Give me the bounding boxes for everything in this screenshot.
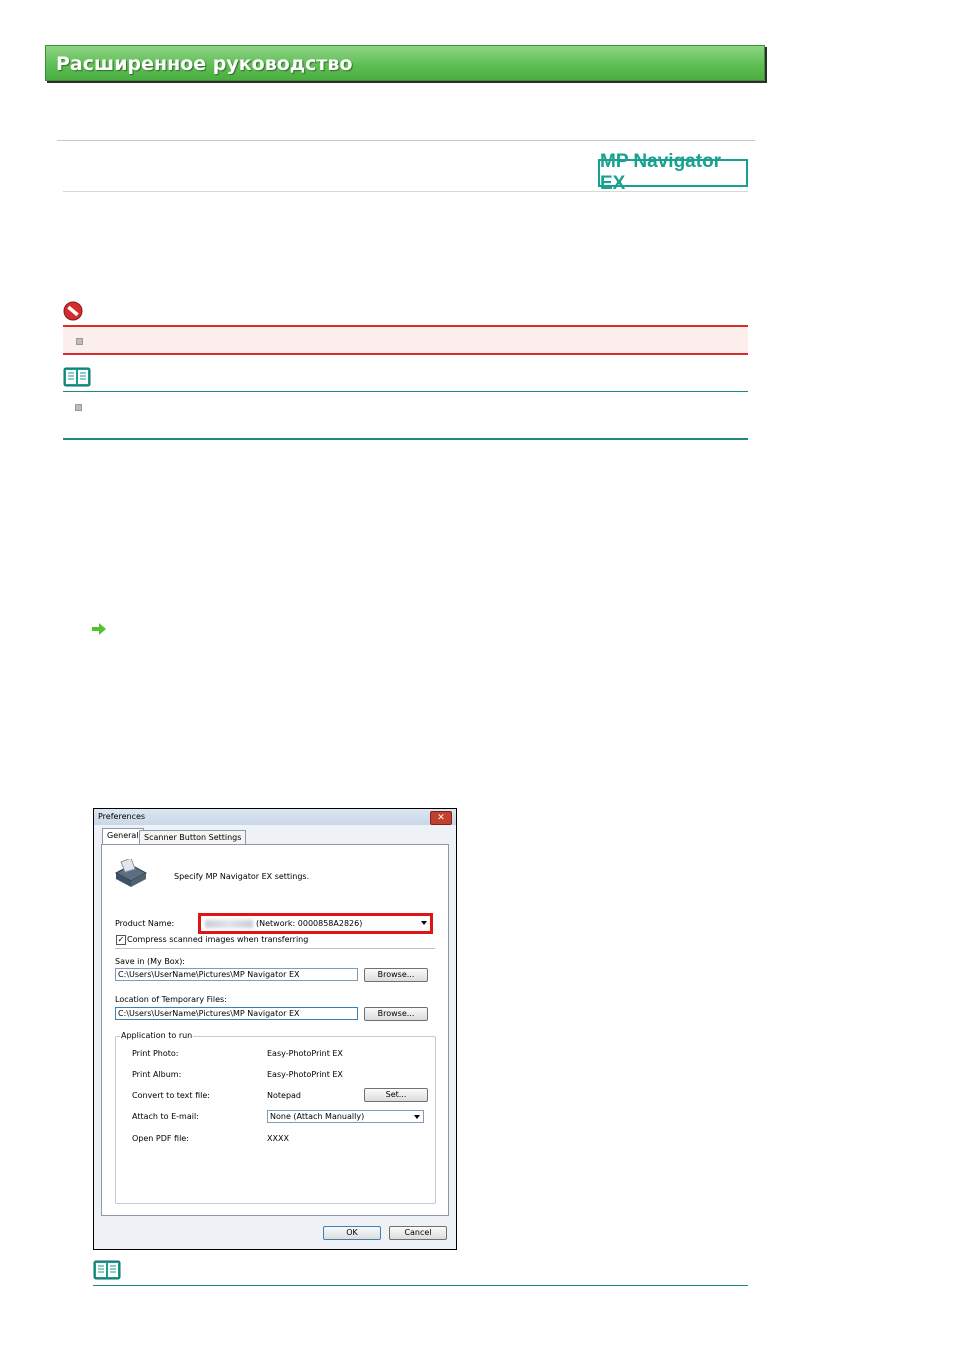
product-badge-label: MP Navigator EX (600, 151, 722, 194)
product-name-highlight: (Network: 0000858A2826) (198, 913, 433, 934)
header-banner: Расширенное руководство (45, 45, 765, 81)
set-button[interactable]: Set... (364, 1088, 428, 1102)
close-button[interactable]: ✕ (430, 811, 452, 825)
attach-email-label: Attach to E-mail: (132, 1112, 199, 1121)
divider-badge (63, 191, 748, 192)
application-group-label: Application to run (120, 1031, 194, 1040)
open-pdf-value: XXXX (267, 1134, 289, 1143)
note-top-line (93, 1285, 748, 1286)
link-arrow-icon[interactable] (92, 622, 106, 635)
attach-email-value: None (Attach Manually) (270, 1112, 365, 1121)
print-photo-label: Print Photo: (132, 1049, 179, 1058)
dialog-title: Preferences (98, 812, 146, 821)
print-photo-value: Easy-PhotoPrint EX (267, 1049, 343, 1058)
convert-text-value: Notepad (267, 1091, 301, 1100)
browse-button-save[interactable]: Browse... (364, 968, 428, 982)
note-icon (93, 1260, 121, 1280)
print-album-value: Easy-PhotoPrint EX (267, 1070, 343, 1079)
attach-email-select[interactable]: None (Attach Manually) (267, 1110, 424, 1123)
temp-files-field[interactable]: C:\Users\UserName\Pictures\MP Navigator … (115, 1007, 358, 1020)
note-top-line (63, 391, 748, 392)
dialog-titlebar: Preferences ✕ (94, 809, 456, 825)
dialog-description: Specify MP Navigator EX settings. (174, 872, 310, 881)
divider-top (57, 140, 755, 141)
note-bottom-line (63, 438, 748, 440)
cancel-button[interactable]: Cancel (389, 1226, 447, 1240)
important-box (63, 325, 748, 355)
temp-files-label: Location of Temporary Files: (115, 995, 227, 1004)
bullet-icon (76, 338, 83, 345)
bullet-icon (75, 404, 82, 411)
save-in-label: Save in (My Box): (115, 957, 186, 966)
chevron-down-icon (414, 1115, 420, 1119)
open-pdf-label: Open PDF file: (132, 1134, 189, 1143)
blurred-model-name (205, 920, 253, 928)
tab-scanner-button-settings[interactable]: Scanner Button Settings (139, 830, 247, 844)
important-icon (63, 301, 83, 321)
ok-button[interactable]: OK (323, 1226, 381, 1240)
compress-checkbox[interactable]: ✓ (116, 935, 126, 945)
product-badge: MP Navigator EX (598, 151, 748, 194)
chevron-down-icon (421, 921, 427, 925)
print-album-label: Print Album: (132, 1070, 182, 1079)
scanner-icon (113, 857, 149, 889)
browse-button-temp[interactable]: Browse... (364, 1007, 428, 1021)
page-title: Расширенное руководство (56, 53, 353, 75)
convert-text-label: Convert to text file: (132, 1091, 210, 1100)
save-in-field[interactable]: C:\Users\UserName\Pictures\MP Navigator … (115, 968, 358, 981)
general-panel: Specify MP Navigator EX settings. Produc… (101, 844, 449, 1216)
tab-general[interactable]: General (102, 828, 144, 845)
note-icon (63, 367, 91, 387)
compress-label: Compress scanned images when transferrin… (127, 935, 309, 944)
preferences-dialog: Preferences ✕ General Scanner Button Set… (93, 808, 457, 1250)
separator (115, 948, 435, 949)
product-name-value[interactable]: (Network: 0000858A2826) (256, 919, 362, 928)
product-name-label: Product Name: (115, 919, 175, 928)
